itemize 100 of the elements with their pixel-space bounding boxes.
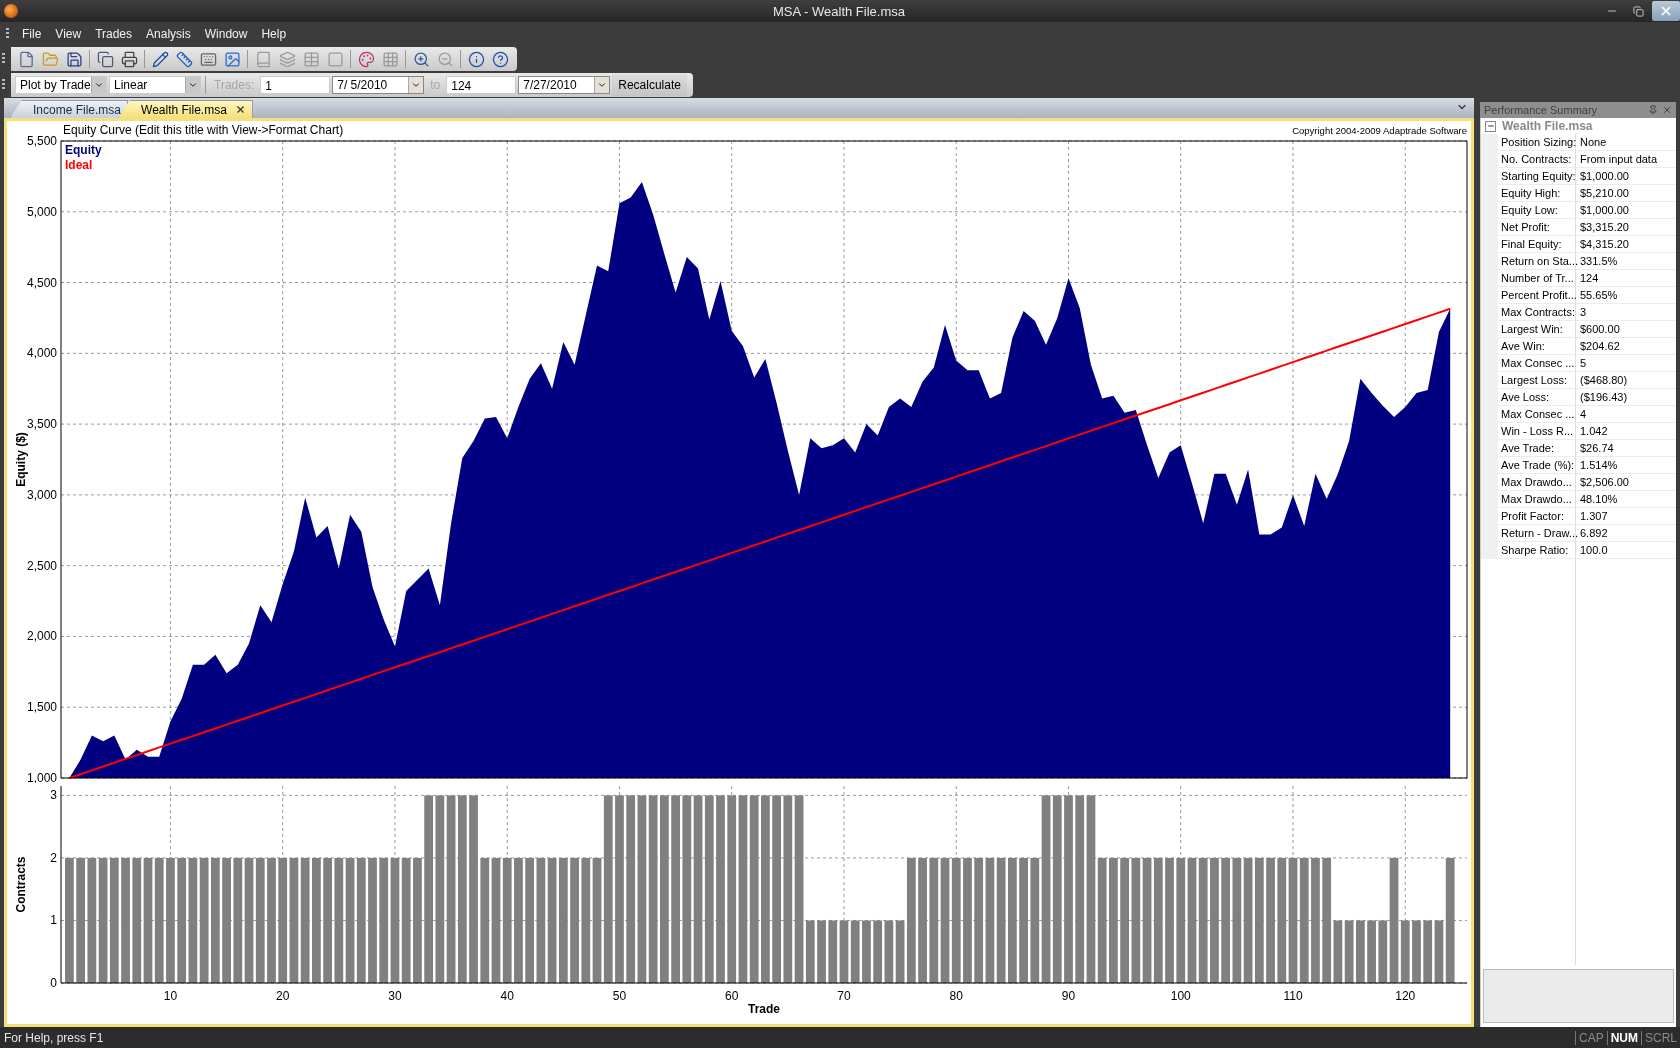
menu-item[interactable]: Window [197, 25, 255, 43]
y-tick-label: 3,500 [26, 417, 57, 432]
caret-icon [597, 80, 608, 90]
palette-icon[interactable] [357, 50, 375, 68]
property-label: Final Equity: [1498, 236, 1576, 253]
property-value: 1.307 [1576, 508, 1676, 525]
y-tick-label: 4,000 [26, 346, 57, 361]
window-title: MSA - Wealth File.msa [773, 3, 905, 19]
property-label: Max Consec ... [1498, 406, 1576, 423]
restore-icon[interactable] [1632, 5, 1644, 17]
image-icon[interactable] [223, 50, 241, 68]
y-axis-title: Contracts [14, 856, 28, 913]
property-label: Largest Win: [1498, 321, 1576, 338]
y-tick-label: 0 [50, 976, 57, 990]
contracts-bar [817, 920, 826, 983]
property-label: Ave Loss: [1498, 389, 1576, 406]
contracts-bar [839, 920, 849, 983]
property-value: $204.62 [1576, 338, 1676, 355]
property-value: 331.5% [1576, 253, 1676, 270]
x-tick-label: 110 [1283, 989, 1303, 1003]
property-value: 1.514% [1576, 457, 1676, 474]
collapse-toggle[interactable] [1485, 120, 1496, 132]
property-value: $3,315.20 [1576, 219, 1676, 236]
tree-node-label: Wealth File.msa [1502, 119, 1593, 133]
property-value: ($468.80) [1576, 372, 1676, 389]
pin-icon[interactable] [1648, 105, 1658, 115]
x-tick-label: 10 [163, 989, 178, 1003]
property-value: $4,315.20 [1576, 236, 1676, 253]
x-tick-label: 50 [612, 989, 627, 1003]
help-icon[interactable] [491, 50, 509, 68]
close-button[interactable] [1652, 1, 1680, 21]
to-trade-field[interactable]: 124 [446, 76, 517, 94]
from-date-field[interactable]: 7/ 5/2010 [332, 76, 425, 94]
from-trade-field[interactable]: 1 [260, 76, 331, 94]
copy-icon[interactable] [96, 50, 114, 68]
document-tab[interactable]: Income File.msa [10, 100, 129, 118]
close-icon[interactable] [234, 104, 246, 115]
printer-icon[interactable] [120, 50, 138, 68]
keyboard-icon[interactable] [199, 50, 217, 68]
property-label: Max Drawdo... [1498, 491, 1576, 508]
menu-item[interactable]: View [48, 25, 89, 43]
to-date-field[interactable]: 7/27/2010 [518, 76, 611, 94]
menu-item[interactable]: File [15, 25, 49, 43]
property-label: Starting Equity: [1498, 168, 1576, 185]
status-indicator: NUM [1606, 1030, 1641, 1045]
ruler-icon[interactable] [175, 50, 193, 68]
plot-mode-dropdown[interactable]: Plot by Trade [15, 76, 107, 94]
property-label: Max Contracts: [1498, 304, 1576, 321]
x-tick-label: 20 [276, 989, 290, 1003]
contracts-bar [850, 920, 860, 983]
y-tick-label: 2,500 [26, 558, 57, 573]
property-value: 100.0 [1576, 542, 1676, 559]
property-value: 1.042 [1576, 423, 1676, 440]
save-icon[interactable] [65, 50, 83, 68]
info-icon[interactable] [467, 50, 485, 68]
property-value: $1,000.00 [1576, 202, 1676, 219]
y-tick-label: 1 [50, 913, 57, 928]
y-tick-label: 5,500 [26, 134, 57, 148]
contracts-bar [1367, 920, 1376, 983]
property-value: None [1576, 134, 1676, 151]
app-logo-icon[interactable] [4, 4, 18, 18]
y-tick-label: 2 [50, 850, 57, 865]
menu-item[interactable]: Help [254, 25, 294, 43]
pencil-icon[interactable] [151, 50, 169, 68]
y-tick-label: 5,000 [26, 204, 57, 219]
file-icon[interactable] [17, 50, 35, 68]
property-label: Profit Factor: [1498, 508, 1576, 525]
scale-dropdown[interactable]: Linear [109, 76, 201, 94]
caret-icon [411, 80, 422, 90]
close-icon [1659, 4, 1673, 18]
x-tick-label: 100 [1170, 989, 1191, 1003]
property-label: Win - Loss R... [1498, 423, 1576, 440]
legend-label: Ideal [65, 158, 93, 172]
menu-item[interactable]: Trades [88, 25, 140, 43]
x-tick-label: 90 [1061, 989, 1076, 1003]
property-value: 3 [1576, 304, 1676, 321]
y-tick-label: 1,500 [26, 700, 57, 715]
property-value: $2,506.00 [1576, 474, 1676, 491]
recalculate-button[interactable]: Recalculate [612, 74, 687, 96]
caret-icon [94, 80, 104, 90]
property-value: 55.65% [1576, 287, 1676, 304]
property-label: Return on Sta... [1498, 253, 1576, 270]
menu-item[interactable]: Analysis [139, 25, 198, 43]
status-indicator: CAP [1574, 1030, 1607, 1045]
property-label: Ave Win: [1498, 338, 1576, 355]
x-tick-label: 40 [500, 989, 514, 1003]
zoom-in-icon[interactable] [412, 50, 430, 68]
property-value: $5,210.00 [1576, 185, 1676, 202]
property-label: Net Profit: [1498, 219, 1576, 236]
y-axis-title: Equity ($) [14, 432, 28, 487]
property-value: 48.10% [1576, 491, 1676, 508]
property-label: Position Sizing: [1498, 134, 1576, 151]
property-label: Equity High: [1498, 185, 1576, 202]
property-label: Max Consec ... [1498, 355, 1576, 372]
property-value: 124 [1576, 270, 1676, 287]
y-tick-label: 3 [50, 788, 57, 803]
property-value: 4 [1576, 406, 1676, 423]
x-tick-label: 70 [837, 989, 851, 1003]
property-label: Return - Draw... [1498, 525, 1576, 542]
x-tick-label: 30 [388, 989, 402, 1003]
